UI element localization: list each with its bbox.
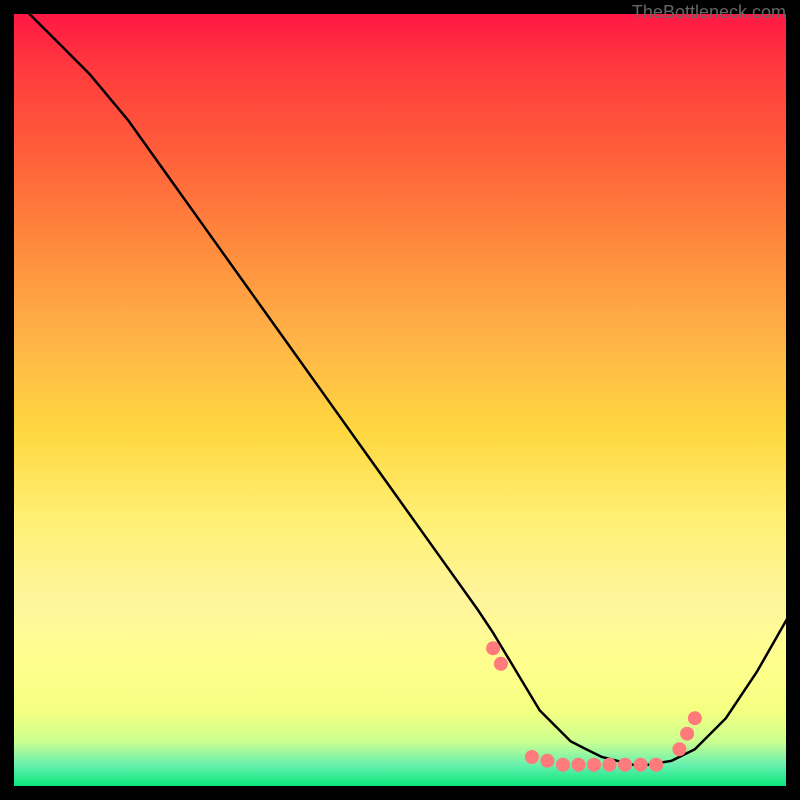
main-curve [28, 12, 789, 765]
data-point [587, 758, 601, 772]
data-point [486, 641, 500, 655]
data-point [672, 742, 686, 756]
watermark-text: TheBottleneck.com [632, 2, 786, 23]
data-point [618, 758, 632, 772]
chart-container: TheBottleneck.com [0, 0, 800, 800]
data-point [556, 758, 570, 772]
data-point [634, 758, 648, 772]
data-point [572, 758, 586, 772]
data-point [540, 754, 554, 768]
data-point [680, 727, 694, 741]
data-point [494, 657, 508, 671]
data-point [649, 758, 663, 772]
curve-group [28, 12, 789, 765]
data-point [525, 750, 539, 764]
data-point [688, 711, 702, 725]
data-point [603, 758, 617, 772]
chart-svg [0, 0, 800, 800]
